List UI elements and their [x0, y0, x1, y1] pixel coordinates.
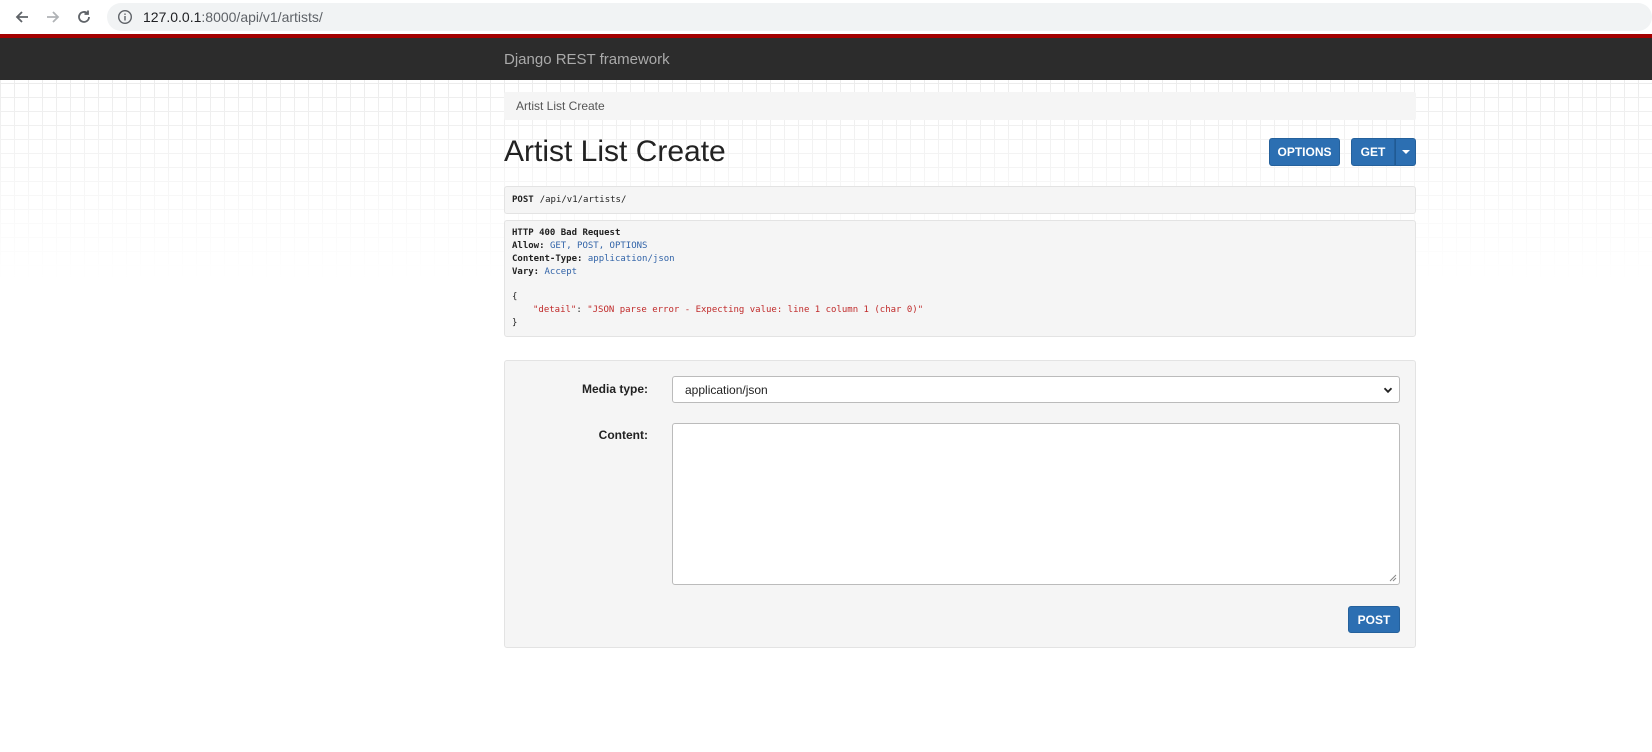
reload-icon[interactable]: [74, 7, 94, 27]
caret-down-icon: [1401, 150, 1410, 154]
get-format-dropdown-button[interactable]: [1395, 138, 1416, 166]
address-bar[interactable]: 127.0.0.1:8000/api/v1/artists/: [107, 3, 1652, 31]
media-type-select[interactable]: application/json: [672, 376, 1400, 403]
request-method: POST: [512, 195, 534, 205]
response-info: HTTP 400 Bad Request Allow: GET, POST, O…: [504, 220, 1416, 337]
post-button[interactable]: POST: [1348, 606, 1400, 633]
navbar-brand[interactable]: Django REST framework: [504, 51, 670, 68]
response-status: HTTP 400 Bad Request: [512, 228, 621, 238]
options-button[interactable]: OPTIONS: [1269, 138, 1340, 166]
chevron-down-icon: [1383, 387, 1393, 394]
navbar: Django REST framework: [0, 34, 1652, 80]
back-arrow-icon[interactable]: [12, 7, 32, 27]
response-vary-header: Vary: Accept: [512, 267, 578, 277]
media-type-value: application/json: [685, 382, 768, 397]
raw-data-form: Media type: application/json Content: PO…: [504, 360, 1416, 648]
request-path: /api/v1/artists/: [539, 195, 627, 205]
response-body-open: {: [512, 292, 518, 302]
content-label: Content:: [598, 428, 648, 442]
browser-toolbar: 127.0.0.1:8000/api/v1/artists/: [0, 0, 1652, 34]
forward-arrow-icon[interactable]: [43, 7, 63, 27]
title-row: Artist List Create OPTIONS GET: [504, 134, 1416, 170]
response-content-type-header: Content-Type: application/json: [512, 254, 675, 264]
media-type-label: Media type:: [581, 382, 648, 396]
content-textarea[interactable]: [672, 423, 1400, 585]
info-icon[interactable]: [117, 9, 133, 25]
get-button[interactable]: GET: [1351, 138, 1395, 166]
request-info: POST /api/v1/artists/: [504, 186, 1416, 214]
response-allow-header: Allow: GET, POST, OPTIONS: [512, 241, 648, 251]
page-title: Artist List Create: [504, 135, 726, 168]
breadcrumb-current: Artist List Create: [516, 99, 605, 113]
main-content: Artist List Create Artist List Create OP…: [504, 80, 1416, 648]
url-path: :8000/api/v1/artists/: [201, 9, 323, 25]
breadcrumb: Artist List Create: [504, 92, 1416, 120]
url-host: 127.0.0.1: [143, 9, 202, 25]
resize-handle-icon[interactable]: [1389, 574, 1397, 582]
response-body-detail: "detail": "JSON parse error - Expecting …: [533, 305, 924, 315]
request-buttons: OPTIONS GET: [1269, 138, 1416, 166]
response-body-close: }: [512, 318, 518, 328]
